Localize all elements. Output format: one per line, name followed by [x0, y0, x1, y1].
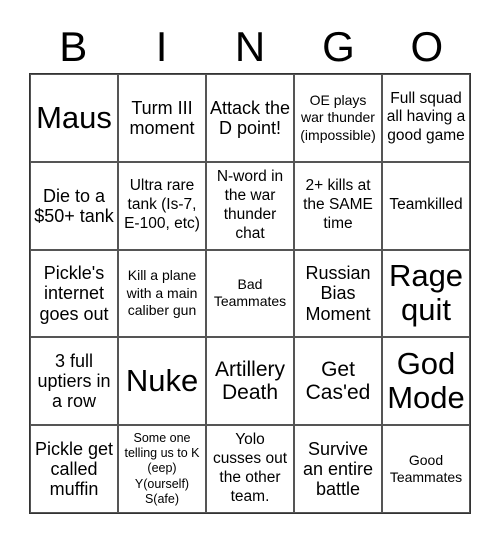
bingo-cell[interactable]: Get Cas'ed — [294, 337, 382, 426]
bingo-cell[interactable]: N-word in the war thunder chat — [206, 161, 294, 250]
bingo-cell[interactable]: Kill a plane with a main caliber gun — [118, 249, 206, 338]
bingo-cell[interactable]: Ultra rare tank (Is-7, E-100, etc) — [118, 161, 206, 250]
bingo-cell[interactable]: Pickle get called muffin — [30, 425, 118, 513]
bingo-cell[interactable]: Some one telling us to K (eep) Y(ourself… — [118, 425, 206, 513]
bingo-cell[interactable]: Russian Bias Moment — [294, 249, 382, 338]
bingo-cell[interactable]: Attack the D point! — [206, 74, 294, 162]
bingo-cell[interactable]: 2+ kills at the SAME time — [294, 161, 382, 250]
bingo-cell[interactable]: Maus — [30, 74, 118, 162]
header-letter-g: G — [322, 23, 355, 70]
bingo-cell[interactable]: Die to a $50+ tank — [30, 161, 118, 250]
bingo-cell[interactable]: Turm III moment — [118, 74, 206, 162]
bingo-grid: Maus Turm III moment Attack the D point!… — [29, 73, 471, 514]
header-letter-o: O — [410, 23, 444, 70]
bingo-cell[interactable]: Rage quit — [382, 249, 470, 338]
bingo-cell[interactable]: Survive an entire battle — [294, 425, 382, 513]
header-letter-i: I — [155, 23, 168, 70]
header-letter-b: B — [59, 23, 88, 70]
bingo-cell[interactable]: Pickle's internet goes out — [30, 249, 118, 338]
bingo-cell[interactable]: Full squad all having a good game — [382, 74, 470, 162]
bingo-cell[interactable]: Good Teammates — [382, 425, 470, 513]
bingo-cell[interactable]: God Mode — [382, 337, 470, 426]
bingo-cell[interactable]: Bad Teammates — [206, 249, 294, 338]
bingo-cell[interactable]: Nuke — [118, 337, 206, 426]
bingo-header: B I N G O — [29, 22, 471, 72]
bingo-cell[interactable]: 3 full uptiers in a row — [30, 337, 118, 426]
bingo-cell[interactable]: Teamkilled — [382, 161, 470, 250]
bingo-cell[interactable]: OE plays war thunder (impossible) — [294, 74, 382, 162]
bingo-cell[interactable]: Artillery Death — [206, 337, 294, 426]
header-letter-n: N — [234, 23, 266, 70]
bingo-cell[interactable]: Yolo cusses out the other team. — [206, 425, 294, 513]
